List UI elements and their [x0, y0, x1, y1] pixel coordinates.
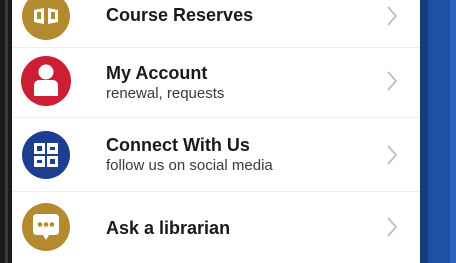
menu-item-subtitle: follow us on social media: [106, 157, 273, 174]
chevron-right-icon: [386, 5, 398, 27]
right-edge-highlight: [450, 0, 456, 263]
chevron-right-icon: [386, 144, 398, 166]
course-reserves-icon: [22, 0, 70, 40]
right-edge-shade: [420, 0, 428, 263]
menu-item-my-account[interactable]: My Account renewal, requests: [12, 50, 420, 112]
menu-item-title: Ask a librarian: [106, 218, 231, 238]
menu-divider: [12, 191, 420, 192]
menu-divider: [12, 47, 420, 48]
menu-item-subtitle: renewal, requests: [106, 85, 225, 102]
social-media-icon: [22, 131, 70, 179]
menu-item-course-reserves[interactable]: Course Reserves: [12, 0, 420, 47]
device-right-edge: [420, 0, 456, 263]
menu-item-title: Connect With Us: [106, 135, 250, 155]
device-left-edge: [0, 0, 12, 263]
menu-divider: [12, 117, 420, 118]
menu-item-ask-a-librarian[interactable]: Ask a librarian: [12, 196, 420, 258]
chevron-right-icon: [386, 216, 398, 238]
person-icon: [21, 56, 71, 106]
chevron-right-icon: [386, 70, 398, 92]
menu-item-title: My Account: [106, 63, 208, 83]
menu-screen: Course Reserves My Account renewal, requ…: [12, 0, 420, 263]
menu-item-connect-with-us[interactable]: Connect With Us follow us on social medi…: [12, 124, 420, 186]
menu-item-title: Course Reserves: [106, 5, 254, 25]
chat-bubble-icon: [22, 203, 70, 251]
